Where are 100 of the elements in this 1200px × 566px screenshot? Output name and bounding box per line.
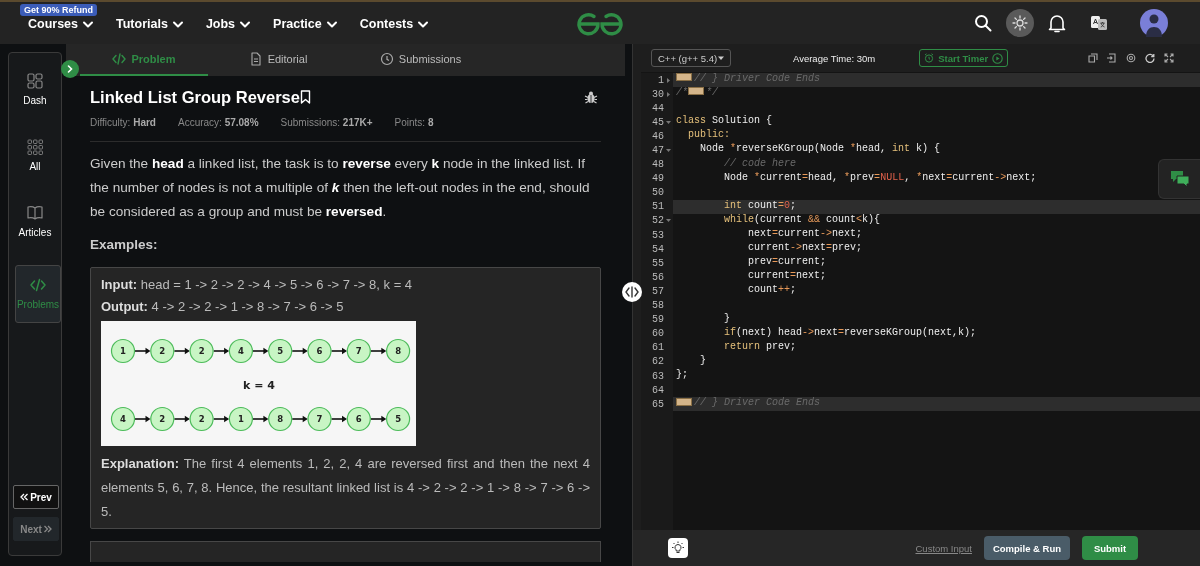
explanation-text: Explanation: The first 4 elements 1, 2, 2, 4 are reversed first and then the next 4 elements 5, 6, 7, 8. Hence, the resultant linked list is 4 -> 2 -> 2 -> 1 -> 8 -> 7 -> 6 -> 5.	[101, 455, 590, 521]
code-line: count++;	[747, 284, 797, 296]
avatar[interactable]	[1140, 9, 1168, 37]
line-number: 56	[651, 271, 664, 283]
code-icon	[29, 276, 47, 294]
code-line: Node *current=head, *prev=NULL, *next=current->next;	[723, 171, 1037, 183]
examples-heading: Examples:	[90, 236, 159, 254]
sidebar-item[interactable]: All	[9, 133, 61, 179]
sun-icon	[1012, 15, 1028, 31]
folded-code-marker[interactable]	[676, 73, 692, 82]
code-line: current=next;	[747, 270, 827, 282]
promo-badge[interactable]: Get 90% Refund	[20, 4, 97, 16]
line-number: 48	[651, 159, 664, 171]
document-icon	[248, 52, 263, 66]
bookmark-icon[interactable]	[300, 90, 311, 104]
fold-open-icon[interactable]	[665, 119, 671, 125]
sidebar-item[interactable]: Problems	[15, 265, 61, 323]
output-example-text: Output: 4 -> 2 -> 2 -> 1 -> 8 -> 7 -> 6 -> 5	[101, 298, 345, 316]
bug-icon[interactable]	[584, 90, 598, 104]
line-number: 46	[651, 130, 664, 142]
submit-button[interactable]: Submit	[1082, 536, 1138, 560]
line-number: 60	[651, 328, 664, 340]
line-number: 54	[651, 243, 664, 255]
compile-run-button[interactable]: Compile & Run	[984, 536, 1070, 560]
code-line: // } Driver Code Ends	[676, 73, 821, 84]
average-time: Average Time: 30m	[793, 52, 876, 64]
line-number: 30	[651, 88, 664, 100]
nav-menu-item[interactable]: Jobs	[205, 17, 252, 31]
line-number: 50	[651, 187, 664, 199]
nav-menu-item[interactable]: Courses	[28, 17, 95, 31]
code-line: int count=0;	[723, 199, 797, 211]
chat-button[interactable]	[1158, 159, 1200, 199]
line-number: 51	[651, 201, 664, 213]
diagram-caption: k = 4	[243, 379, 275, 392]
problem-stat: Submissions: 217K+	[280, 117, 373, 128]
tab[interactable]: Problem	[80, 44, 208, 76]
dashboard-icon	[26, 72, 44, 90]
code-line: /* */	[676, 87, 719, 99]
linked-list-drawing: 1 2 2 4 5 6 7 8	[110, 338, 411, 364]
fold-closed-icon[interactable]	[665, 77, 671, 83]
line-number: 63	[651, 370, 664, 382]
sidebar-item[interactable]: Articles	[9, 199, 61, 245]
sidebar-item[interactable]: Dash	[9, 67, 61, 113]
code-line: Node *reverseKGroup(Node *head, int k) {	[699, 143, 941, 155]
code-line: if(next) head->next=reverseKGroup(next,k);	[723, 326, 977, 338]
code-line: current->next=prev;	[747, 242, 863, 254]
chat-icon	[1169, 170, 1190, 188]
folded-code-marker[interactable]	[676, 397, 692, 406]
hint-button[interactable]	[668, 538, 688, 558]
reset-icon[interactable]	[1145, 53, 1155, 63]
settings-icon[interactable]	[1126, 53, 1136, 63]
line-number: 53	[651, 229, 664, 241]
problem-title: Linked List Group Reverse	[90, 87, 300, 107]
line-number: 47	[651, 145, 664, 156]
folded-code-marker[interactable]	[688, 87, 704, 96]
theme-toggle-button[interactable]	[1006, 9, 1034, 37]
custom-input-link[interactable]: Custom Input	[915, 542, 972, 554]
fold-closed-icon[interactable]	[665, 91, 671, 97]
line-number: 55	[651, 257, 664, 269]
tab[interactable]: Submissions	[348, 44, 493, 76]
translate-icon[interactable]	[1090, 15, 1108, 31]
language-select[interactable]: C++ (g++ 5.4)	[651, 49, 731, 67]
prev-button[interactable]: Prev	[13, 485, 59, 509]
tab[interactable]: Editorial	[208, 44, 348, 76]
code-line: }	[699, 354, 706, 366]
clock-icon	[379, 52, 394, 66]
search-icon[interactable]	[974, 14, 992, 32]
nav-menu-item[interactable]: Contests	[359, 17, 430, 31]
line-number: 65	[651, 398, 664, 410]
code-line: }	[723, 312, 730, 324]
code-line: // code here	[723, 157, 797, 169]
start-timer-button[interactable]: Start Timer	[919, 49, 1009, 67]
import-icon[interactable]	[1107, 53, 1117, 63]
copy-icon[interactable]	[1088, 53, 1098, 63]
split-arrows-icon	[625, 286, 639, 298]
code-line: public:	[687, 129, 730, 141]
double-chevron-right-icon	[43, 525, 52, 533]
play-circle-icon	[992, 52, 1004, 64]
book-icon	[26, 204, 44, 222]
double-chevron-left-icon	[20, 493, 29, 501]
code-line: };	[676, 368, 688, 380]
input-example-text: Input: head = 1 -> 2 -> 2 -> 4 -> 5 -> 6 -> 7 -> 8, k = 4	[101, 276, 414, 294]
problem-stat: Difficulty: Hard	[90, 117, 156, 128]
line-number: 44	[651, 102, 664, 114]
problem-stat: Points: 8	[394, 117, 434, 128]
line-number: 64	[651, 384, 664, 396]
line-number: 45	[651, 116, 664, 128]
code-line: next=current->next;	[747, 228, 863, 240]
nav-menu-item[interactable]: Tutorials	[116, 17, 184, 31]
nav-menu-item[interactable]: Practice	[273, 17, 338, 31]
code-line: prev=current;	[747, 256, 827, 268]
fullscreen-icon[interactable]	[1164, 53, 1174, 63]
fold-open-icon[interactable]	[665, 148, 671, 153]
code-line: // } Driver Code Ends	[676, 397, 821, 409]
fold-open-icon[interactable]	[665, 218, 671, 224]
line-number: 58	[651, 300, 664, 312]
problem-description: Given the head a linked list, the task is to reverse every k node in the linked list. If the number of nodes is not a multiple of k then the left-out nodes in the end, should be considered as a group and must be reversed.	[90, 155, 591, 221]
line-number: 61	[651, 342, 664, 354]
line-number: 49	[651, 173, 664, 185]
bell-icon[interactable]	[1048, 13, 1066, 33]
